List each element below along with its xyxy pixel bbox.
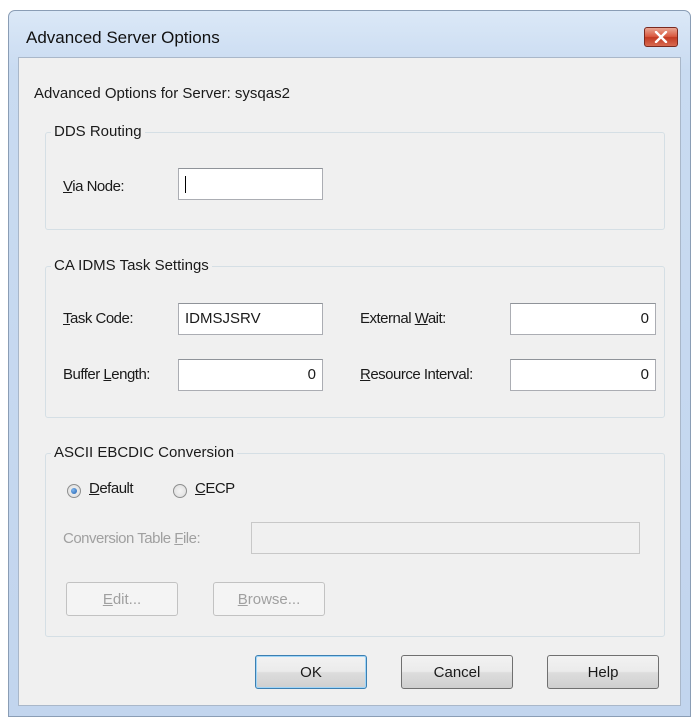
via-node-input[interactable] (178, 168, 323, 200)
dialog-client-area: Advanced Options for Server: sysqas2 DDS… (18, 57, 681, 706)
dds-routing-title: DDS Routing (51, 123, 145, 140)
text-cursor (185, 176, 186, 193)
close-icon (654, 31, 668, 43)
dialog-window: Advanced Server Options Advanced Options… (8, 10, 691, 717)
task-code-label: Task Code: (63, 310, 134, 327)
resource-interval-label: Resource Interval: (360, 366, 473, 383)
buffer-length-label: Buffer Length: (63, 366, 150, 383)
default-radio[interactable] (67, 484, 81, 498)
server-label: Advanced Options for Server: sysqas2 (34, 85, 290, 102)
table-file-label: Conversion Table File: (63, 530, 201, 547)
task-settings-group: CA IDMS Task Settings Task Code: IDMSJSR… (45, 257, 665, 418)
radio-selected-dot (71, 488, 77, 494)
help-button[interactable]: Help (547, 655, 659, 689)
cecp-radio-label[interactable]: CECP (195, 480, 235, 497)
browse-button[interactable]: Browse... (213, 582, 325, 616)
dds-routing-group: DDS Routing Via Node: (45, 123, 665, 230)
conversion-group: ASCII EBCDIC Conversion Default CECP Con… (45, 444, 665, 637)
external-wait-label: External Wait: (360, 310, 446, 327)
title-bar[interactable]: Advanced Server Options (9, 11, 690, 57)
external-wait-input[interactable]: 0 (510, 303, 656, 335)
buffer-length-input[interactable]: 0 (178, 359, 323, 391)
window-title: Advanced Server Options (26, 28, 220, 47)
task-code-input[interactable]: IDMSJSRV (178, 303, 323, 335)
cancel-button[interactable]: Cancel (401, 655, 513, 689)
ok-button[interactable]: OK (255, 655, 367, 689)
cecp-radio[interactable] (173, 484, 187, 498)
close-button[interactable] (644, 27, 678, 47)
via-node-label: Via Node: (63, 178, 125, 195)
edit-button[interactable]: Edit... (66, 582, 178, 616)
conversion-title: ASCII EBCDIC Conversion (51, 444, 238, 461)
task-settings-title: CA IDMS Task Settings (51, 257, 212, 274)
table-file-input[interactable] (251, 522, 640, 554)
default-radio-label[interactable]: Default (89, 480, 134, 497)
resource-interval-input[interactable]: 0 (510, 359, 656, 391)
